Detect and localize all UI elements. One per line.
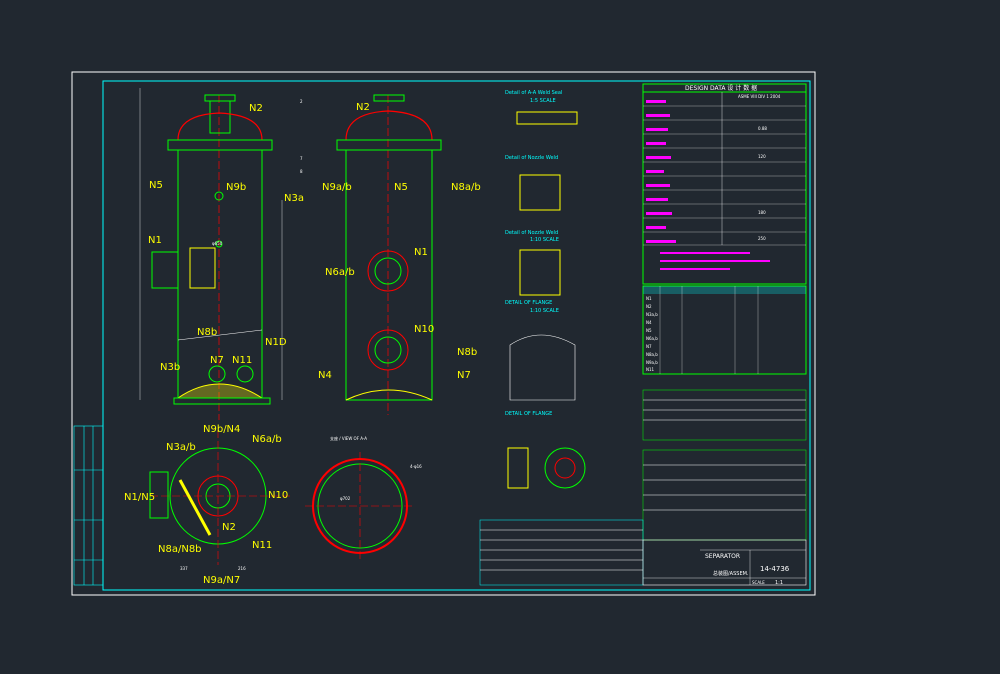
side-label-n8b: N8b	[457, 347, 477, 358]
scale-label: SCALE	[752, 580, 765, 585]
nozzle-row-n6: N6a,b	[646, 336, 658, 341]
plan-label-n9b-n4: N9b/N4	[203, 424, 240, 435]
side-label-n7: N7	[457, 370, 471, 381]
plan-label-n10: N10	[268, 490, 288, 501]
side-label-n10: N10	[414, 324, 434, 335]
design-value-temp: 120	[758, 154, 766, 159]
side-label-n5: N5	[394, 182, 408, 193]
nozzle-row-n3: N3a,b	[646, 312, 658, 317]
plan-label-n8a-n8b: N8a/N8b	[158, 544, 202, 555]
nozzle-row-n9: N9a,b	[646, 360, 658, 365]
detail-scale-4: 1:10 SCALE	[530, 308, 559, 314]
plan-label-n1-n5: N1/N5	[124, 492, 155, 503]
nozzle-row-n5: N5	[646, 328, 652, 333]
base-view-title: 支座 / VIEW OF A-A	[330, 435, 367, 441]
nozzle-row-n11: N11	[646, 367, 655, 372]
detail-title-5: DETAIL OF FLANGE	[505, 411, 552, 417]
side-label-n8ab: N8a/b	[451, 182, 481, 193]
title-block-title: SEPARATOR	[705, 553, 740, 560]
dim-216: 216	[238, 566, 246, 571]
plan-label-n9a-n7: N9a/N7	[203, 575, 240, 586]
title-block-assembly: 总装图/ASSEM.	[713, 570, 749, 577]
dim-diameter: φ650	[212, 241, 223, 246]
design-value-weight-1: 180	[758, 210, 766, 215]
nozzle-row-n2: N2	[646, 304, 652, 309]
label-n8b: N8b	[197, 327, 217, 338]
detail-title-1: Detail of A-A Weld Seal	[505, 90, 562, 96]
canvas-background	[0, 0, 1000, 674]
design-data-title: DESIGN DATA 设 计 数 据	[685, 84, 757, 92]
detail-scale-1: 1:5 SCALE	[530, 98, 556, 104]
label-n5: N5	[149, 180, 163, 191]
side-label-n4: N4	[318, 370, 332, 381]
plan-label-n11: N11	[252, 540, 272, 551]
label-n3b: N3b	[160, 362, 180, 373]
detail-title-4: DETAIL OF FLANGE	[505, 300, 552, 306]
dim-337: 337	[180, 566, 188, 571]
drawing-number: 14-4736	[760, 565, 790, 573]
label-n1d: N1D	[265, 337, 287, 348]
side-label-n9ab: N9a/b	[322, 182, 352, 193]
detail-title-3: Detail of Nozzle Weld	[505, 230, 558, 236]
side-label-n1: N1	[414, 247, 428, 258]
plan-label-n6ab: N6a/b	[252, 434, 282, 445]
plan-label-n3ab: N3a/b	[166, 442, 196, 453]
nozzle-row-n7: N7	[646, 344, 652, 349]
cad-drawing-canvas[interactable]: N2 N5 N9b N3a N1 N8b N7 N11 N1D N3b 2 7 …	[0, 0, 1000, 674]
design-value-pressure: 0.88	[758, 126, 767, 131]
nozzle-row-n1: N1	[646, 296, 652, 301]
label-n3a: N3a	[284, 193, 304, 204]
scale-value: 1:1	[775, 580, 783, 586]
side-label-n2: N2	[356, 102, 370, 113]
dim-bolt-holes: 4-φ16	[410, 464, 422, 469]
detail-title-2: Detail of Nozzle Weld	[505, 155, 558, 161]
detail-scale-3: 1:10 SCALE	[530, 237, 559, 243]
label-n7: N7	[210, 355, 224, 366]
label-n9b: N9b	[226, 182, 246, 193]
side-label-n6ab: N6a/b	[325, 267, 355, 278]
design-code: ASME VIII DIV 1 2004	[738, 94, 781, 99]
plan-label-n2: N2	[222, 522, 236, 533]
nozzle-row-n4: N4	[646, 320, 652, 325]
label-n11: N11	[232, 355, 252, 366]
label-n2: N2	[249, 103, 263, 114]
label-n1: N1	[148, 235, 162, 246]
dim-base-diameter: φ702	[340, 496, 351, 501]
design-value-weight-3: 250	[758, 236, 766, 241]
nozzle-row-n8: N8a,b	[646, 352, 658, 357]
